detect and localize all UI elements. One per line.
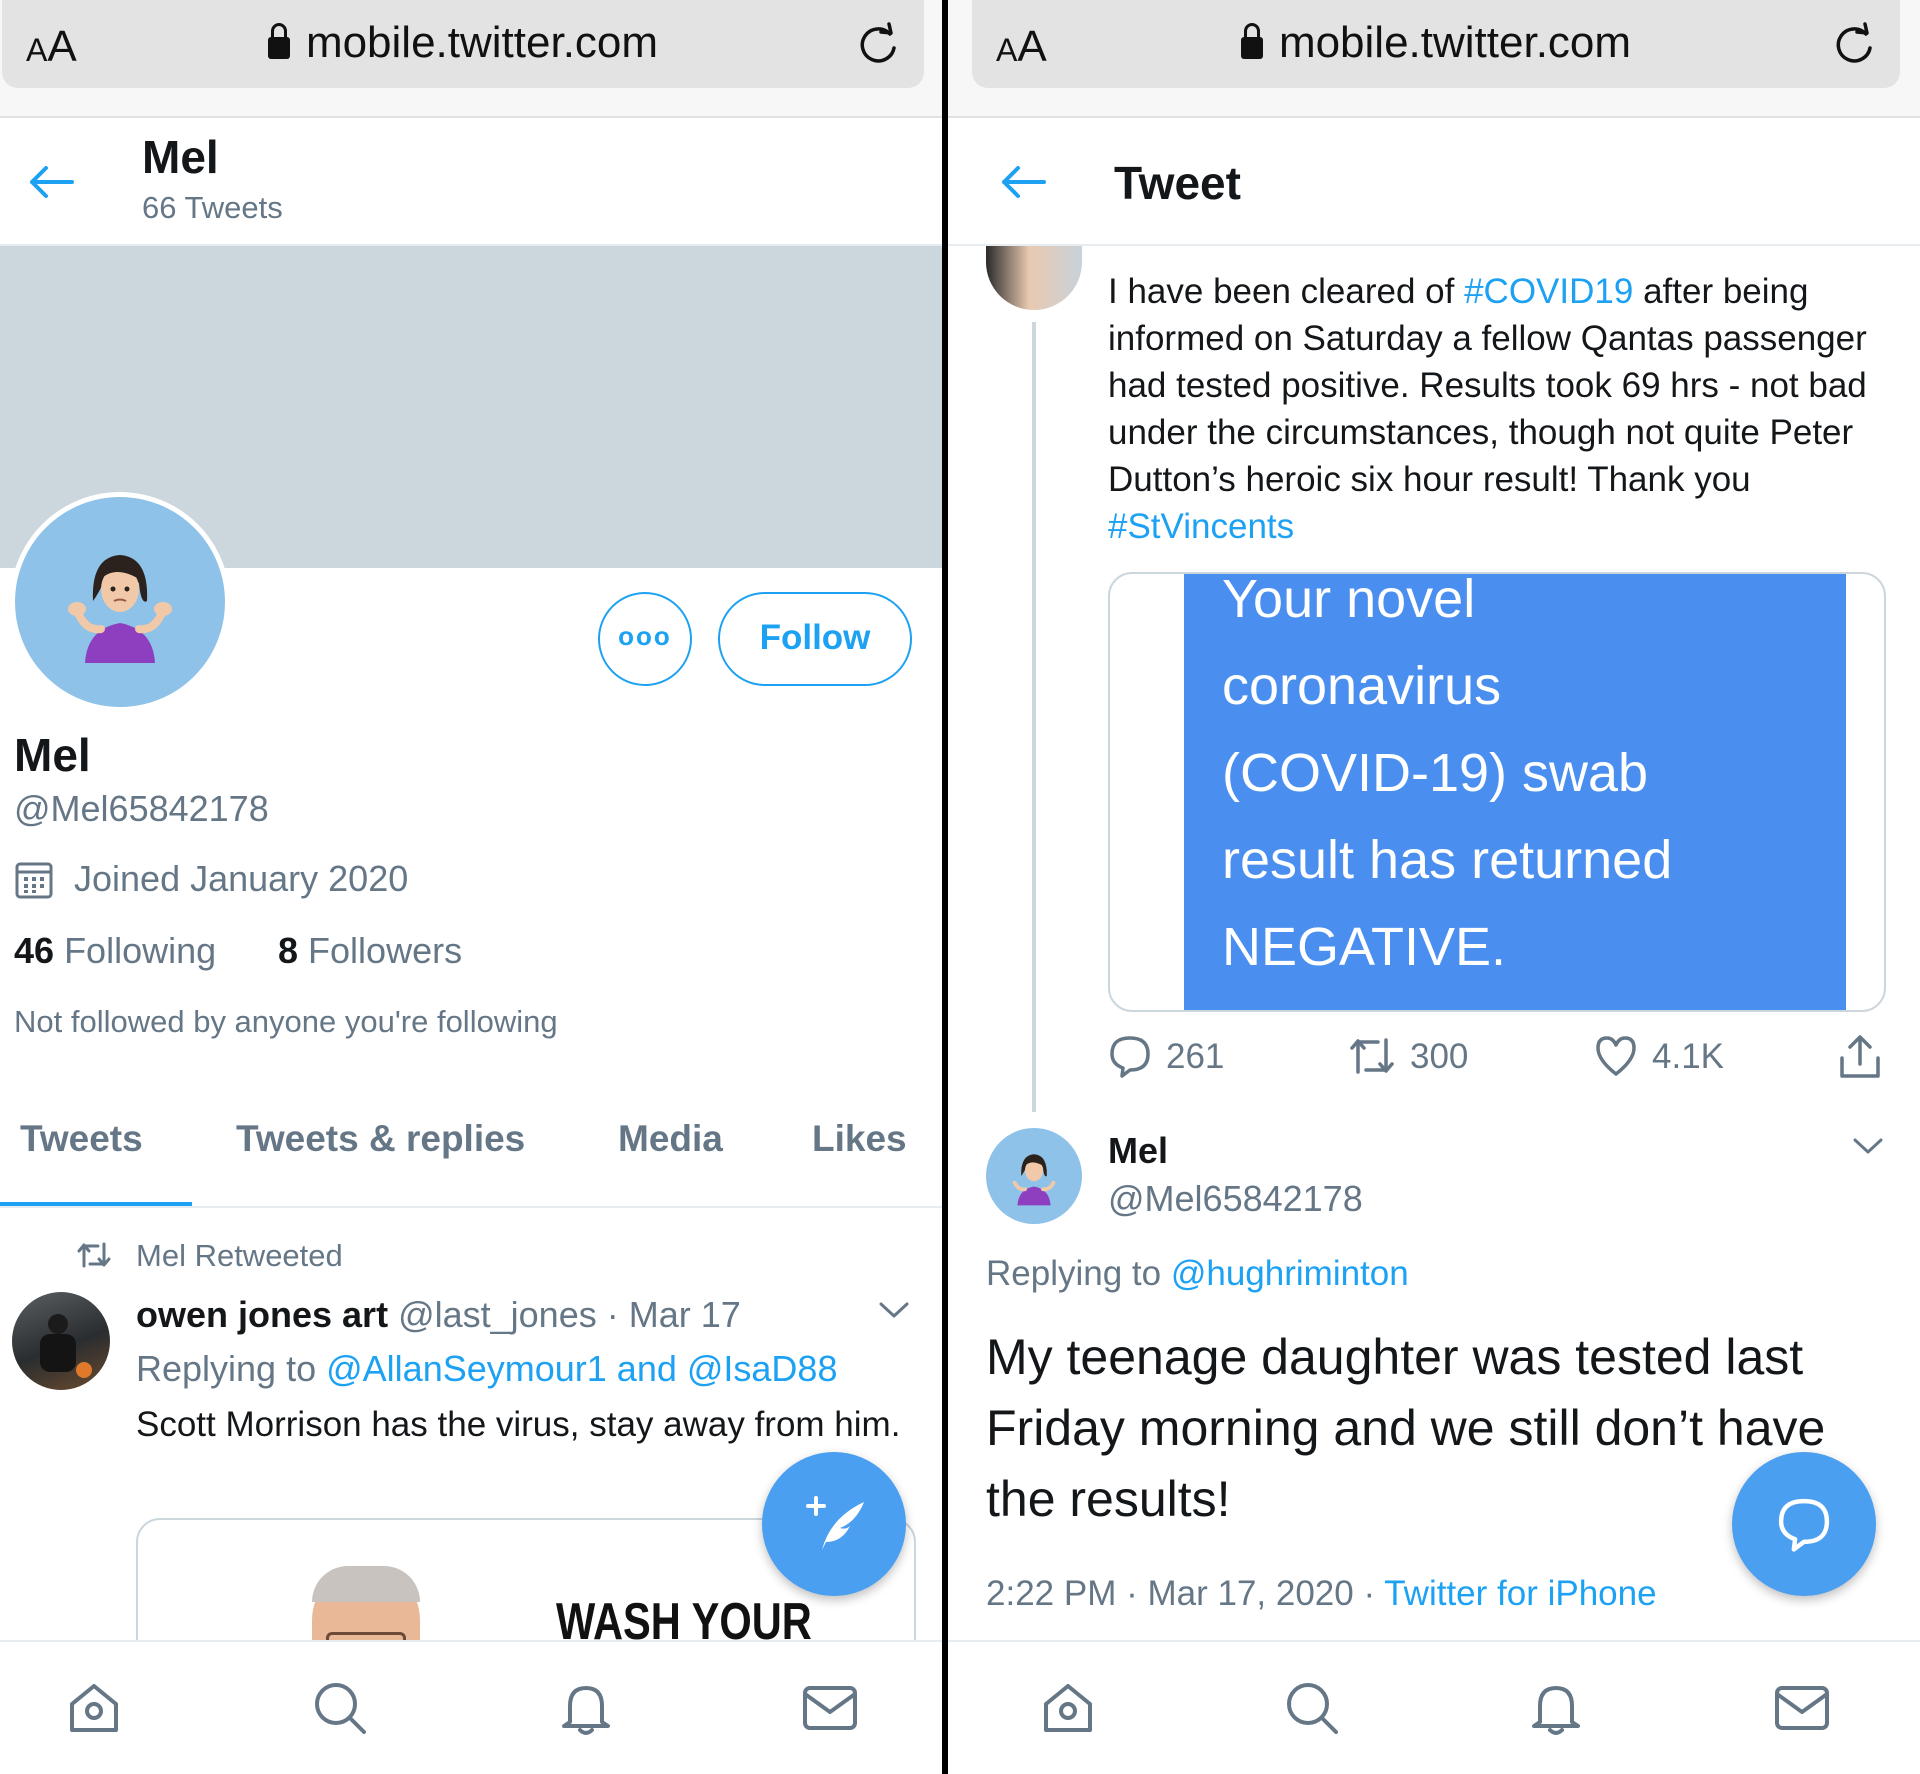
reply-action[interactable]: 261 [1108,1034,1224,1078]
browser-toolbar: AA mobile.twitter.com [0,0,942,118]
home-icon[interactable] [1040,1680,1096,1736]
image-line: (COVID-19) swab [1222,743,1649,803]
url-field[interactable]: mobile.twitter.com [2,18,924,68]
bottom-navigation [948,1640,1920,1774]
image-line: Your novel [1222,572,1476,629]
tab-tweets[interactable]: Tweets [20,1118,143,1160]
profile-handle: @Mel65842178 [14,788,269,829]
home-icon[interactable] [66,1680,122,1736]
page-title: Mel [142,131,219,183]
parent-tweet-text: I have been cleared of #COVID19 after be… [1108,272,1867,546]
tabs-divider [0,1206,942,1208]
image-line: result has returned [1222,830,1673,890]
tweet-timestamp: 2:22 PM · Mar 17, 2020 · Twitter for iPh… [986,1574,1657,1613]
followers-link[interactable]: 8 Followers [278,930,462,972]
tweet-time: 2:22 PM [986,1574,1117,1613]
follow-button[interactable]: Follow [718,592,912,686]
test-result-screenshot: Your novel coronavirus (COVID-19) swab r… [1184,572,1846,1010]
chevron-down-icon[interactable] [878,1300,910,1320]
search-icon[interactable] [312,1680,368,1736]
notifications-bell-icon[interactable] [558,1680,614,1736]
reply-bubble-icon [1778,1498,1830,1552]
reply-count: 261 [1166,1037,1225,1076]
author-name[interactable]: owen jones art [136,1294,388,1335]
reload-icon[interactable] [854,20,902,68]
tweet-screen: AA mobile.twitter.com I have been cleare… [948,0,1920,1774]
address-bar[interactable]: AA mobile.twitter.com [2,0,924,88]
compose-tweet-button[interactable] [762,1452,906,1596]
reply-author-name[interactable]: Mel [1108,1130,1168,1172]
reply-author-handle: @Mel65842178 [1108,1178,1363,1219]
replying-to-users[interactable]: @AllanSeymour1 and @IsaD88 [326,1348,837,1389]
retweet-count: 300 [1410,1037,1469,1076]
parent-tweet-image[interactable]: Your novel coronavirus (COVID-19) swab r… [1108,572,1886,1012]
replying-to: Replying to @AllanSeymour1 and @IsaD88 [136,1348,837,1390]
joined-date: Joined January 2020 [74,858,409,899]
retweet-context: Mel Retweeted [136,1238,343,1273]
image-line: NEGATIVE. [1222,917,1507,977]
back-arrow-icon[interactable] [26,162,76,202]
thread-line [1032,322,1036,1112]
followers-count: 8 [278,930,299,971]
retweet-icon [1350,1038,1394,1074]
like-count: 4.1K [1652,1037,1724,1076]
replying-prefix: Replying to [986,1254,1162,1293]
back-arrow-icon[interactable] [998,162,1048,202]
chevron-down-icon[interactable] [1852,1136,1884,1156]
following-count: 46 [14,930,55,971]
image-line: coronavirus [1222,656,1502,716]
replying-to: Replying to @hughriminton [986,1254,1409,1294]
address-bar[interactable]: AA mobile.twitter.com [972,0,1900,88]
messages-envelope-icon[interactable] [802,1680,858,1736]
messages-envelope-icon[interactable] [1774,1680,1830,1736]
tab-tweets-replies[interactable]: Tweets & replies [236,1118,525,1160]
profile-screen: AA mobile.twitter.com Mel 66 Tweets ooo … [0,0,942,1774]
shrug-emoji-icon [68,555,172,663]
page-title: Tweet [1114,157,1241,209]
reply-button[interactable] [1732,1452,1876,1596]
retweet-action[interactable]: 300 [1348,1034,1468,1078]
browser-toolbar: AA mobile.twitter.com [948,0,1920,118]
not-followed-note: Not followed by anyone you're following [14,1004,558,1039]
reply-icon [1110,1036,1150,1078]
avatar[interactable] [10,492,230,712]
replying-prefix: Replying to [136,1348,317,1389]
profile-header: Mel 66 Tweets [0,118,942,246]
tweet-source[interactable]: Twitter for iPhone [1384,1574,1656,1613]
tweet-date: Mar 17, 2020 [1147,1574,1354,1613]
notifications-bell-icon[interactable] [1528,1680,1584,1736]
calendar-icon [15,862,53,899]
following-label: Following [64,930,217,971]
share-icon[interactable] [1838,1034,1882,1080]
lock-icon [267,23,290,59]
lock-icon [1240,23,1263,59]
following-link[interactable]: 46 Following [14,930,216,972]
author-avatar[interactable] [12,1292,110,1390]
tab-media[interactable]: Media [618,1118,723,1160]
author-handle: @last_jones [398,1294,597,1335]
tab-likes[interactable]: Likes [812,1118,907,1160]
compose-feather-icon [806,1496,864,1550]
more-options-button[interactable]: ooo [598,592,692,686]
reload-icon[interactable] [1830,20,1878,68]
separator: · [606,1294,619,1335]
tweet-text: Scott Morrison has the virus, stay away … [136,1405,901,1444]
heart-icon [1596,1036,1636,1076]
profile-name: Mel [14,729,91,781]
tweet-header: Tweet [948,118,1920,246]
tweet-author-line: owen jones art @last_jones · Mar 17 [136,1294,741,1336]
hashtag-covid19[interactable]: #COVID19 [1464,272,1633,311]
hashtag-stvincents[interactable]: #StVincents [1108,507,1294,546]
bottom-navigation [0,1640,942,1774]
like-action[interactable]: 4.1K [1594,1034,1724,1078]
retweet-icon [77,1242,111,1268]
url-field[interactable]: mobile.twitter.com [972,18,1900,68]
tweet-date: Mar 17 [628,1294,741,1335]
replying-to-user[interactable]: @hughriminton [1171,1254,1409,1293]
reply-author-avatar[interactable] [986,1128,1082,1224]
tweet-count: 66 Tweets [142,190,283,225]
followers-label: Followers [308,930,463,971]
search-icon[interactable] [1284,1680,1340,1736]
shrug-emoji-icon [1012,1154,1056,1206]
